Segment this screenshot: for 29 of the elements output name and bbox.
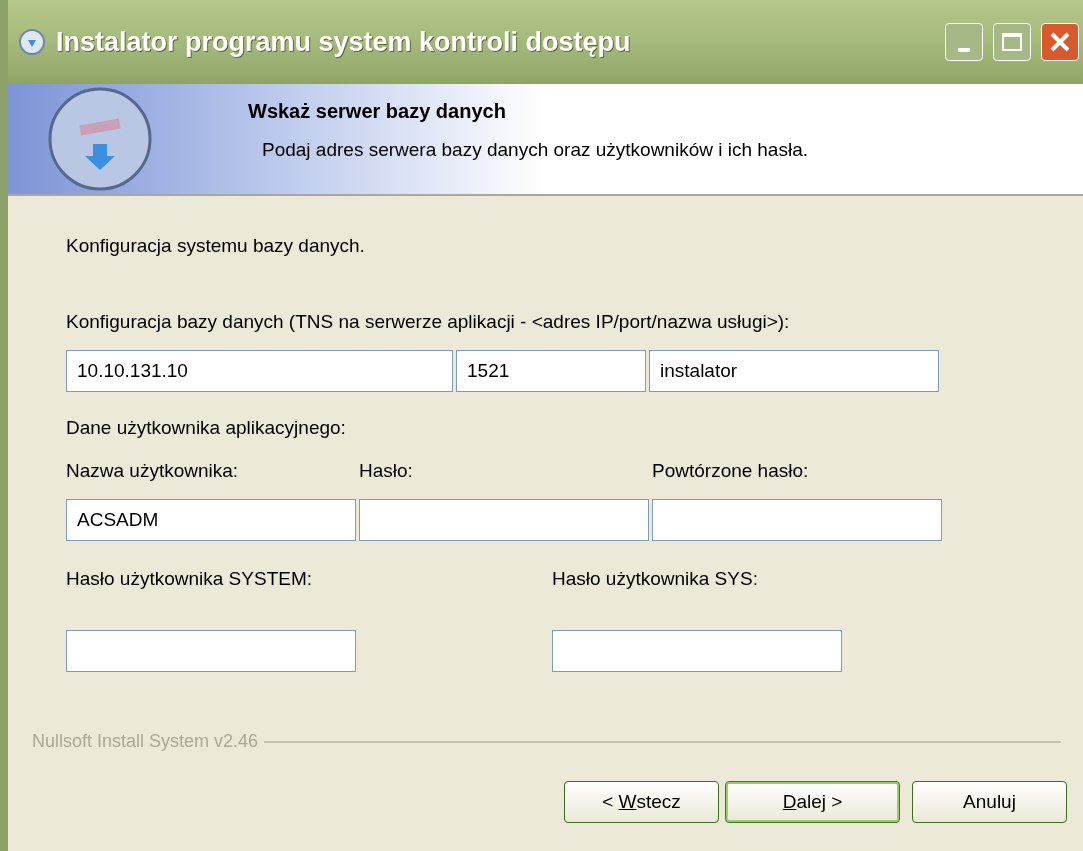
field-label: Powtórzone hasło: — [652, 458, 810, 483]
input-field[interactable]: ACSADM — [66, 499, 356, 541]
installer-icon — [18, 28, 46, 56]
field-label: Konfiguracja bazy danych (TNS na serwerze aplikacji - <adres IP/port/nazwa usługi>): — [66, 309, 791, 334]
input-field[interactable]: 10.10.131.10 — [66, 350, 453, 392]
input-field[interactable]: instalator — [649, 350, 939, 392]
close-button[interactable] — [1041, 23, 1079, 61]
field-label: Hasło użytkownika SYSTEM: — [66, 567, 314, 591]
dialog-button[interactable]: Anuluj — [912, 781, 1067, 823]
window-title: Instalator programu system kontroli dostępu — [56, 25, 632, 59]
intro-text: Konfiguracja systemu bazy danych. — [66, 234, 366, 258]
field-label: Hasło: — [359, 458, 414, 483]
input-field[interactable] — [66, 629, 356, 672]
disc-download-icon — [47, 86, 153, 192]
field-label: Nazwa użytkownika: — [66, 458, 240, 483]
input-field[interactable] — [652, 499, 942, 541]
minimize-button[interactable] — [945, 23, 983, 61]
input-field[interactable]: 1521 — [456, 350, 646, 392]
maximize-button[interactable] — [993, 23, 1031, 61]
field-label: Dane użytkownika aplikacyjnego: — [66, 416, 347, 440]
page-subtitle: Podaj adres serwera bazy danych oraz użytkowników i ich hasła. — [261, 138, 808, 162]
page-title: Wskaż serwer bazy danych — [248, 99, 507, 124]
input-field[interactable] — [359, 499, 649, 541]
branding-text: Nullsoft Install System v2.46 — [32, 730, 259, 753]
dialog-button[interactable]: < Wstecz — [564, 781, 719, 823]
close-icon — [1049, 31, 1071, 53]
field-label: Hasło użytkownika SYS: — [552, 567, 759, 591]
input-field[interactable] — [552, 629, 842, 672]
dialog-button[interactable]: Dalej > — [725, 781, 900, 823]
